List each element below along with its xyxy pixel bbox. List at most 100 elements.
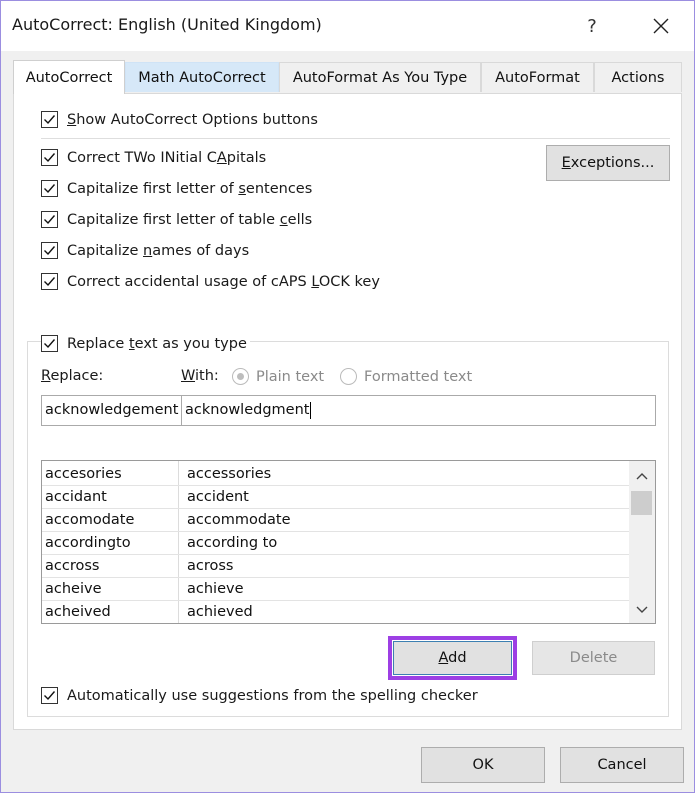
with-label: With: (181, 368, 219, 384)
button-label: OK (472, 757, 494, 773)
checkmark-icon (44, 246, 56, 256)
text-caret (310, 401, 312, 419)
replace-text-as-you-type-option[interactable]: Replace text as you type (41, 335, 250, 352)
tab-label: AutoFormat (495, 69, 580, 86)
checkmark-icon (44, 184, 56, 194)
checkbox-label: Show AutoCorrect Options buttons (67, 111, 318, 128)
entry-replace: acheived (45, 604, 111, 620)
window-title: AutoCorrect: English (United Kingdom) (12, 15, 322, 34)
button-label: Exceptions... (561, 155, 655, 171)
ok-button[interactable]: OK (421, 747, 545, 783)
button-label: Cancel (597, 757, 647, 773)
tab-actions[interactable]: Actions (594, 62, 682, 92)
button-label: Delete (569, 650, 618, 666)
entry-with: achieve (187, 581, 244, 597)
formatted-text-radio[interactable] (340, 368, 357, 385)
capitalize-table-cells-option[interactable]: Capitalize first letter of table cells (41, 211, 312, 228)
title-bar: AutoCorrect: English (United Kingdom) ? (1, 1, 694, 51)
radio-label: Formatted text (364, 368, 473, 385)
list-item[interactable]: acheive achieve (42, 578, 629, 601)
checkbox-label: Capitalize first letter of table cells (67, 211, 313, 228)
entry-with: accident (187, 489, 249, 505)
checkbox-label: Automatically use suggestions from the s… (67, 687, 478, 704)
correct-two-initial-capitals-checkbox[interactable] (41, 149, 58, 166)
list-item[interactable]: acheived achieved (42, 601, 629, 623)
replace-text-as-you-type-checkbox[interactable] (41, 335, 58, 352)
list-item[interactable]: accomodate accommodate (42, 509, 629, 532)
entry-with: accessories (187, 466, 272, 482)
dialog-window: AutoCorrect: English (United Kingdom) ? … (0, 0, 695, 793)
tab-label: Actions (611, 69, 665, 86)
tab-autoformat[interactable]: AutoFormat (481, 62, 594, 92)
entry-with: accommodate (187, 512, 291, 528)
button-label: Add (438, 650, 467, 666)
delete-button[interactable]: Delete (532, 641, 655, 675)
checkmark-icon (44, 277, 56, 287)
list-item[interactable]: accesories accessories (42, 463, 629, 486)
tab-strip: AutoCorrect Math AutoCorrect AutoFormat … (13, 60, 683, 94)
replace-input[interactable]: acknowledgement (41, 395, 182, 426)
with-input-value: acknowledgment (185, 402, 310, 418)
plain-text-option[interactable]: Plain text (232, 368, 324, 385)
replace-input-value: acknowledgement (45, 402, 179, 418)
scroll-thumb[interactable] (631, 491, 652, 515)
caps-lock-option[interactable]: Correct accidental usage of cAPS LOCK ke… (41, 273, 380, 290)
checkbox-label: Correct TWo INitial CApitals (67, 149, 267, 166)
formatted-text-option[interactable]: Formatted text (340, 368, 472, 385)
entry-with: across (187, 558, 234, 574)
spelling-suggestions-option[interactable]: Automatically use suggestions from the s… (41, 687, 478, 704)
list-item[interactable]: accidant accident (42, 486, 629, 509)
checkmark-icon (44, 691, 56, 701)
tab-label: AutoFormat As You Type (292, 69, 468, 86)
scroll-up-button[interactable] (629, 466, 655, 486)
capitalize-days-checkbox[interactable] (41, 242, 58, 259)
checkbox-label: Replace text as you type (67, 335, 247, 352)
capitalize-table-cells-checkbox[interactable] (41, 211, 58, 228)
checkbox-label: Capitalize first letter of sentences (67, 180, 313, 197)
list-item[interactable]: accross across (42, 555, 629, 578)
list-scrollbar[interactable] (629, 461, 655, 623)
tab-math-autocorrect[interactable]: Math AutoCorrect (125, 62, 279, 92)
entry-replace: accross (45, 558, 100, 574)
capitalize-sentences-checkbox[interactable] (41, 180, 58, 197)
entry-replace: acheive (45, 581, 102, 597)
scroll-down-button[interactable] (629, 600, 655, 620)
list-item[interactable]: accordingto according to (42, 532, 629, 555)
capitalize-sentences-option[interactable]: Capitalize first letter of sentences (41, 180, 312, 197)
chevron-up-icon (636, 473, 648, 480)
checkmark-icon (44, 215, 56, 225)
entry-replace: accomodate (45, 512, 135, 528)
show-autocorrect-buttons-option[interactable]: Show AutoCorrect Options buttons (41, 111, 318, 128)
help-button[interactable]: ? (572, 9, 612, 43)
exceptions-button[interactable]: Exceptions... (546, 145, 670, 181)
tab-label: AutoCorrect (25, 69, 113, 86)
radio-label: Plain text (256, 368, 325, 385)
tab-autocorrect[interactable]: AutoCorrect (13, 60, 125, 94)
tab-autoformat-as-you-type[interactable]: AutoFormat As You Type (279, 62, 481, 92)
checkbox-label: Correct accidental usage of cAPS LOCK ke… (67, 273, 380, 290)
caps-lock-checkbox[interactable] (41, 273, 58, 290)
tab-label: Math AutoCorrect (138, 69, 266, 86)
entry-replace: accidant (45, 489, 107, 505)
with-input[interactable]: acknowledgment (181, 395, 656, 426)
entry-replace: accesories (45, 466, 122, 482)
checkmark-icon (44, 153, 56, 163)
checkmark-icon (44, 115, 56, 125)
close-button[interactable] (641, 9, 681, 43)
autocorrect-entries-list[interactable]: accesories accessories accidant accident… (41, 460, 656, 624)
replace-label: Replace: (41, 368, 104, 384)
entry-with: achieved (187, 604, 253, 620)
show-autocorrect-buttons-checkbox[interactable] (41, 111, 58, 128)
close-icon (653, 18, 669, 34)
chevron-down-icon (636, 606, 648, 613)
plain-text-radio[interactable] (232, 368, 249, 385)
spelling-suggestions-checkbox[interactable] (41, 687, 58, 704)
entry-replace: accordingto (45, 535, 131, 551)
checkbox-label: Capitalize names of days (67, 242, 250, 259)
add-button[interactable]: Add (388, 636, 517, 680)
capitalize-days-option[interactable]: Capitalize names of days (41, 242, 249, 259)
divider (41, 138, 670, 139)
cancel-button[interactable]: Cancel (560, 747, 684, 783)
correct-two-initial-capitals-option[interactable]: Correct TWo INitial CApitals (41, 149, 266, 166)
help-icon: ? (587, 15, 597, 37)
